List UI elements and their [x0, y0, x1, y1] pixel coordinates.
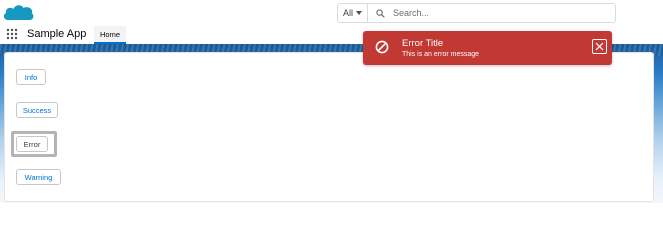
info-button[interactable]: Info	[16, 69, 46, 85]
ban-icon	[375, 40, 389, 54]
success-button[interactable]: Success	[16, 102, 58, 118]
error-button[interactable]: Error	[16, 136, 48, 152]
main-content-card	[4, 52, 654, 202]
warning-button[interactable]: Warning	[16, 169, 61, 185]
search-input[interactable]	[393, 8, 613, 18]
chevron-down-icon	[356, 11, 362, 15]
toast-title: Error Title	[402, 38, 444, 49]
search-icon	[376, 8, 385, 18]
global-search: All	[337, 3, 616, 23]
app-name: Sample App	[27, 28, 87, 40]
toast-message: This is an error message	[402, 51, 480, 58]
tab-home[interactable]: Home	[94, 26, 126, 44]
salesforce-cloud-logo-icon[interactable]	[2, 2, 34, 24]
search-scope-label: All	[342, 8, 353, 18]
error-toast: Error Title This is an error message	[363, 31, 612, 65]
close-icon[interactable]	[592, 39, 607, 54]
search-scope-dropdown[interactable]: All	[338, 4, 368, 22]
global-header: All	[0, 0, 663, 26]
app-launcher-grid-icon[interactable]	[6, 28, 18, 40]
